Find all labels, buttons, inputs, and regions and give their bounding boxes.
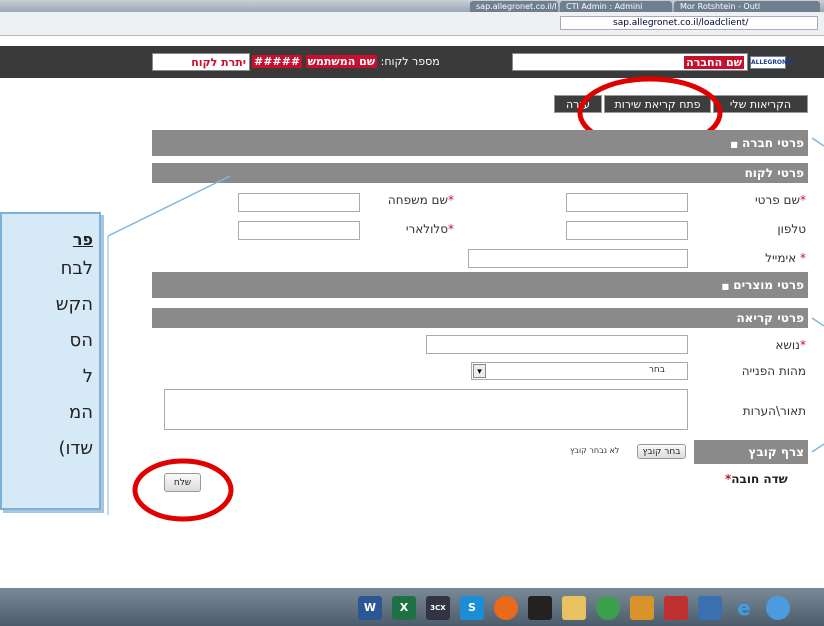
word-icon[interactable]: W bbox=[358, 596, 382, 620]
3cx-icon[interactable]: 3CX bbox=[426, 596, 450, 620]
chrome-icon[interactable] bbox=[596, 596, 620, 620]
excel-icon[interactable]: X bbox=[392, 596, 416, 620]
firefox-icon[interactable] bbox=[494, 596, 518, 620]
annotation-connector-lines bbox=[107, 137, 824, 515]
terminal-icon[interactable] bbox=[528, 596, 552, 620]
skype-icon[interactable]: S bbox=[460, 596, 484, 620]
app-red-icon[interactable] bbox=[664, 596, 688, 620]
app-blue-icon[interactable] bbox=[698, 596, 722, 620]
vlc-icon[interactable] bbox=[630, 596, 654, 620]
internet-explorer-icon[interactable]: e bbox=[732, 596, 756, 620]
app-globe-icon[interactable] bbox=[766, 596, 790, 620]
folder-icon[interactable] bbox=[562, 596, 586, 620]
